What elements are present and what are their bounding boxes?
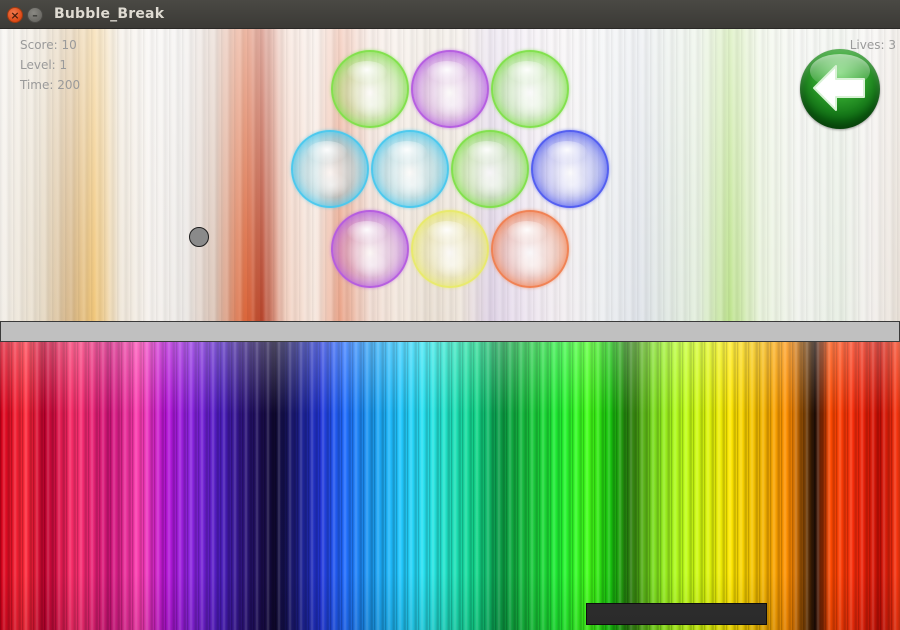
title-bar: × – Bubble_Break — [0, 0, 900, 29]
time-label: Time: 200 — [20, 78, 81, 92]
bubble-cyan — [291, 130, 369, 208]
background-bottom — [0, 342, 900, 630]
bubble-green — [331, 50, 409, 128]
bubble-purple — [411, 50, 489, 128]
back-button[interactable] — [800, 49, 880, 129]
bubble-yellow — [411, 210, 489, 288]
game-window: × – Bubble_Break Score: 10 Level: 1 Time… — [0, 0, 900, 630]
bubble-green — [451, 130, 529, 208]
close-button[interactable]: × — [7, 7, 23, 23]
window-title: Bubble_Break — [54, 6, 165, 22]
arrow-left-icon — [813, 65, 865, 111]
bubble-purple — [331, 210, 409, 288]
bubble-orange — [491, 210, 569, 288]
bubble-green — [491, 50, 569, 128]
game-area[interactable]: Score: 10 Level: 1 Time: 200 Lives: 3 — [0, 29, 900, 630]
bubble-cyan — [371, 130, 449, 208]
bubble-blue — [531, 130, 609, 208]
ball — [189, 227, 209, 247]
divider-bar — [0, 321, 900, 342]
score-label: Score: 10 — [20, 38, 77, 52]
level-label: Level: 1 — [20, 58, 68, 72]
minimize-button[interactable]: – — [27, 7, 43, 23]
